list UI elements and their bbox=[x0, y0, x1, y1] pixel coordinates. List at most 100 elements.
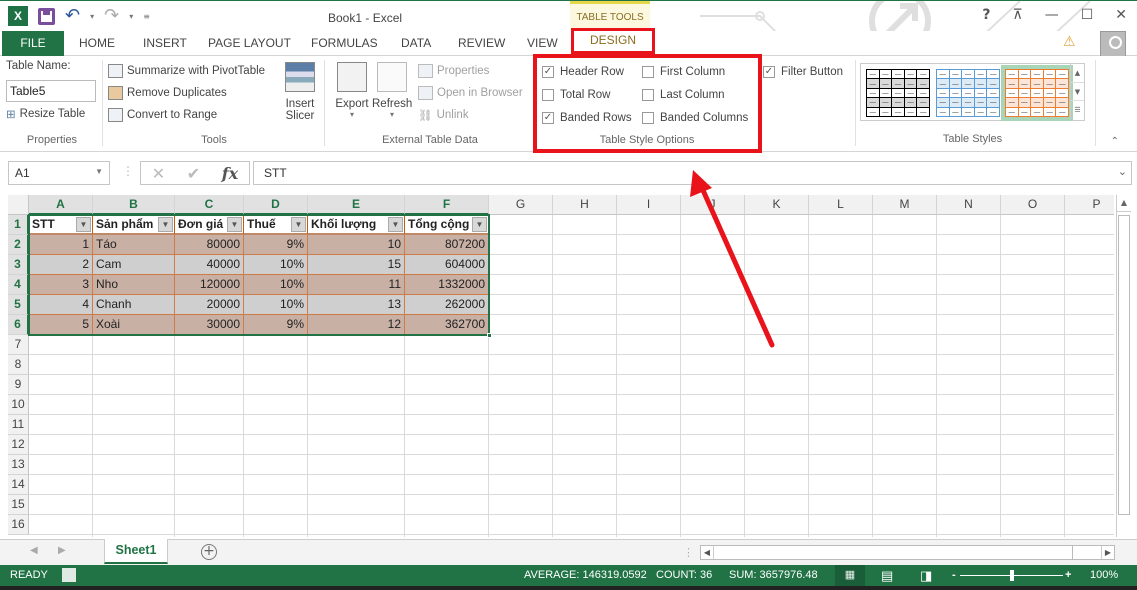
expand-formula-bar-icon[interactable]: ⌄ bbox=[1118, 165, 1127, 178]
table-header-cell[interactable]: Sản phẩm ▼ bbox=[93, 215, 175, 235]
column-header-b[interactable]: B bbox=[93, 195, 175, 215]
page-break-view-icon[interactable]: ◨ bbox=[920, 565, 932, 586]
column-header-l[interactable]: L bbox=[809, 195, 873, 215]
tab-page-layout[interactable]: PAGE LAYOUT bbox=[208, 31, 291, 56]
row-header-15[interactable]: 15 bbox=[8, 495, 29, 515]
formula-input[interactable]: STT ⌄ bbox=[253, 161, 1132, 185]
tab-review[interactable]: REVIEW bbox=[458, 31, 505, 56]
maximize-icon[interactable]: ☐ bbox=[1081, 7, 1094, 23]
tab-design[interactable]: DESIGN bbox=[571, 28, 656, 54]
status-sum[interactable]: SUM: 3657976.48 bbox=[729, 565, 818, 586]
table-cell[interactable]: 262000 bbox=[405, 295, 489, 315]
warning-icon[interactable]: ⚠ bbox=[1063, 34, 1076, 50]
horizontal-scroll-thumb[interactable] bbox=[715, 546, 1073, 559]
table-cell[interactable]: 10% bbox=[244, 255, 308, 275]
undo-dropdown-icon[interactable]: ▾ bbox=[90, 12, 94, 21]
minimize-icon[interactable]: — bbox=[1045, 7, 1059, 23]
gallery-up-icon[interactable]: ▲ bbox=[1071, 64, 1084, 83]
worksheet-grid[interactable]: A B C D E F G H I J K L M N O P 1 2 3 4 5 6 7 8 9 10 11 12 13 14 15 16 S… bbox=[8, 195, 1114, 537]
table-header-cell[interactable]: Đơn giá ▼ bbox=[175, 215, 244, 235]
sheet-next-icon[interactable]: ▶ bbox=[58, 545, 66, 556]
table-cell[interactable]: 120000 bbox=[175, 275, 244, 295]
filter-dropdown-icon[interactable]: ▼ bbox=[227, 217, 242, 232]
column-header-a[interactable]: A bbox=[29, 195, 93, 215]
table-cell[interactable]: 10 bbox=[308, 235, 405, 255]
table-cell[interactable]: 80000 bbox=[175, 235, 244, 255]
tab-file[interactable]: FILE bbox=[2, 31, 64, 56]
row-header-2[interactable]: 2 bbox=[8, 235, 29, 255]
row-header-13[interactable]: 13 bbox=[8, 455, 29, 475]
user-avatar[interactable] bbox=[1100, 31, 1126, 57]
zoom-out-icon[interactable]: - bbox=[952, 565, 956, 586]
open-in-browser-button[interactable]: Open in Browser bbox=[418, 82, 523, 104]
refresh-button[interactable]: Refresh ▾ bbox=[372, 62, 412, 119]
tab-home[interactable]: HOME bbox=[79, 31, 115, 56]
zoom-in-icon[interactable]: + bbox=[1065, 565, 1071, 586]
export-button[interactable]: Export ▾ bbox=[332, 62, 372, 119]
help-icon[interactable]: ? bbox=[982, 7, 990, 23]
fill-handle[interactable] bbox=[487, 333, 492, 338]
table-cell[interactable]: Chanh bbox=[93, 295, 175, 315]
new-sheet-icon[interactable]: + bbox=[201, 544, 217, 560]
table-cell[interactable]: 11 bbox=[308, 275, 405, 295]
row-header-12[interactable]: 12 bbox=[8, 435, 29, 455]
table-cell[interactable]: 1332000 bbox=[405, 275, 489, 295]
row-header-5[interactable]: 5 bbox=[8, 295, 29, 315]
table-cell[interactable]: 9% bbox=[244, 235, 308, 255]
name-box-dropdown-icon[interactable]: ▼ bbox=[95, 167, 103, 176]
column-header-e[interactable]: E bbox=[308, 195, 405, 215]
table-cell[interactable]: Cam bbox=[93, 255, 175, 275]
scroll-right-icon[interactable]: ▶ bbox=[1101, 546, 1114, 559]
row-header-16[interactable]: 16 bbox=[8, 515, 29, 535]
row-header-7[interactable]: 7 bbox=[8, 335, 29, 355]
zoom-level[interactable]: 100% bbox=[1090, 565, 1118, 586]
table-cell[interactable]: 10% bbox=[244, 295, 308, 315]
table-cell[interactable]: 12 bbox=[308, 315, 405, 335]
customize-qat-icon[interactable]: ≡ bbox=[143, 12, 150, 21]
column-header-o[interactable]: O bbox=[1001, 195, 1065, 215]
table-header-cell[interactable]: Tổng cộng ▼ bbox=[405, 215, 489, 235]
column-header-i[interactable]: I bbox=[617, 195, 681, 215]
tab-formulas[interactable]: FORMULAS bbox=[311, 31, 378, 56]
table-name-input[interactable] bbox=[6, 80, 96, 102]
redo-icon[interactable]: ↷ bbox=[104, 7, 119, 25]
table-cell[interactable]: 807200 bbox=[405, 235, 489, 255]
filter-button-checkbox[interactable]: ✓ Filter Button bbox=[763, 60, 843, 83]
redo-dropdown-icon[interactable]: ▾ bbox=[129, 12, 133, 21]
row-header-14[interactable]: 14 bbox=[8, 475, 29, 495]
filter-dropdown-icon[interactable]: ▼ bbox=[76, 217, 91, 232]
name-box[interactable]: A1 ▼ bbox=[8, 161, 110, 185]
undo-icon[interactable]: ↶ bbox=[65, 7, 80, 25]
properties-button[interactable]: Properties bbox=[418, 60, 523, 82]
table-cell[interactable]: 15 bbox=[308, 255, 405, 275]
table-header-cell[interactable]: Khối lượng ▼ bbox=[308, 215, 405, 235]
table-cell[interactable]: Xoài bbox=[93, 315, 175, 335]
table-cell[interactable]: 5 bbox=[29, 315, 93, 335]
vertical-scroll-thumb[interactable] bbox=[1118, 215, 1130, 515]
table-style-orange-selected[interactable]: — — — — — — — — — — — — — — — — — — — — — — — — — bbox=[1001, 65, 1073, 121]
table-cell[interactable]: 30000 bbox=[175, 315, 244, 335]
column-header-j[interactable]: J bbox=[681, 195, 745, 215]
table-cell[interactable]: Táo bbox=[93, 235, 175, 255]
table-cell[interactable]: 13 bbox=[308, 295, 405, 315]
insert-function-icon[interactable]: fx bbox=[222, 164, 238, 183]
table-style-black[interactable]: — — — — — — — — — — — — — — — — — — — — — — — — — bbox=[866, 68, 930, 118]
status-average[interactable]: AVERAGE: 146319.0592 bbox=[524, 565, 647, 586]
row-header-3[interactable]: 3 bbox=[8, 255, 29, 275]
row-header-11[interactable]: 11 bbox=[8, 415, 29, 435]
gallery-down-icon[interactable]: ▼ bbox=[1071, 83, 1084, 102]
table-cell[interactable]: 10% bbox=[244, 275, 308, 295]
tab-insert[interactable]: INSERT bbox=[143, 31, 187, 56]
column-header-d[interactable]: D bbox=[244, 195, 308, 215]
table-cell[interactable]: Nho bbox=[93, 275, 175, 295]
insert-slicer-button[interactable]: Insert Slicer bbox=[280, 62, 320, 122]
tab-data[interactable]: DATA bbox=[401, 31, 431, 56]
sheet-prev-icon[interactable]: ◀ bbox=[30, 545, 38, 556]
gallery-more-icon[interactable]: ☰ bbox=[1071, 101, 1084, 120]
enter-icon[interactable]: ✔ bbox=[187, 164, 200, 183]
unlink-button[interactable]: ⛓ Unlink bbox=[418, 104, 523, 126]
column-header-h[interactable]: H bbox=[553, 195, 617, 215]
horizontal-scrollbar[interactable]: ◀ ▶ bbox=[700, 545, 1115, 560]
status-count[interactable]: COUNT: 36 bbox=[656, 565, 712, 586]
column-header-m[interactable]: M bbox=[873, 195, 937, 215]
